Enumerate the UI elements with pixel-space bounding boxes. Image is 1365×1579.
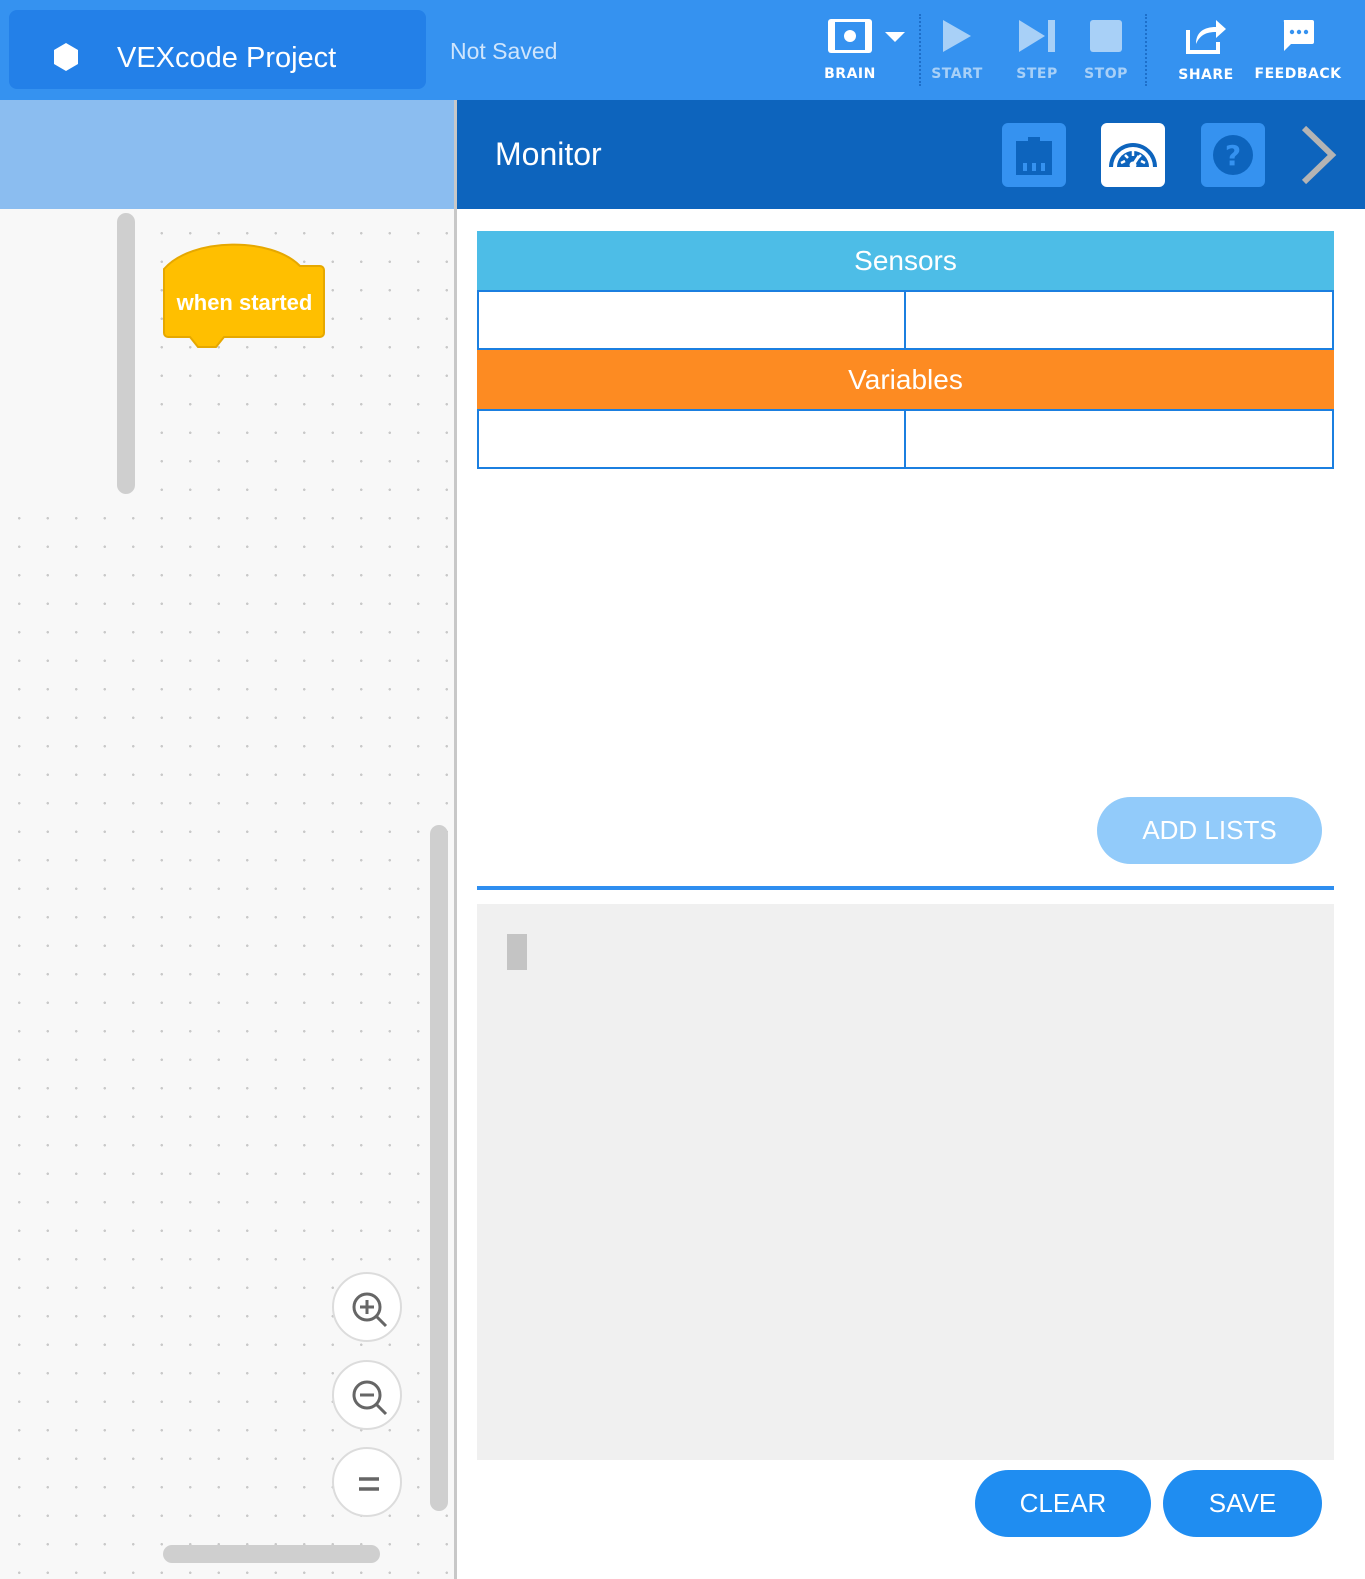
- zoom-out-icon: [352, 1380, 388, 1416]
- reset-zoom-icon: [359, 1477, 379, 1491]
- monitor-title: Monitor: [495, 136, 602, 172]
- console-cursor: [507, 934, 527, 970]
- chevron-right-icon[interactable]: [1296, 120, 1340, 190]
- start-button[interactable]: START: [922, 0, 992, 100]
- save-button[interactable]: SAVE: [1163, 1470, 1322, 1537]
- sensors-header: Sensors: [477, 231, 1334, 291]
- add-lists-button[interactable]: ADD LISTS: [1097, 797, 1322, 864]
- toolbar-separator: [1145, 14, 1147, 86]
- clear-button[interactable]: CLEAR: [975, 1470, 1151, 1537]
- share-button[interactable]: SHARE: [1168, 0, 1244, 100]
- start-label: START: [931, 66, 983, 82]
- workspace-vertical-scrollbar[interactable]: [430, 825, 448, 1511]
- play-icon: [943, 20, 971, 52]
- help-icon: ?: [1213, 135, 1253, 175]
- zoom-in-button[interactable]: [332, 1272, 402, 1342]
- share-icon: [1186, 20, 1226, 54]
- step-button[interactable]: STEP: [1002, 0, 1072, 100]
- feedback-label: FEEDBACK: [1254, 66, 1342, 82]
- brain-icon: [828, 19, 872, 53]
- brain-label: BRAIN: [824, 66, 876, 82]
- variables-cell-right: [904, 409, 1334, 469]
- sensors-cell-left: [477, 290, 906, 350]
- workspace-header: [0, 100, 456, 209]
- dashboard-gauge-icon: [1109, 143, 1157, 169]
- console-divider: [477, 886, 1334, 890]
- chevron-down-icon[interactable]: [884, 31, 906, 43]
- print-console[interactable]: [477, 904, 1334, 1460]
- svg-text:?: ?: [1225, 139, 1241, 172]
- reset-zoom-button[interactable]: [332, 1447, 402, 1517]
- step-icon: [1019, 20, 1055, 52]
- stop-label: STOP: [1084, 66, 1128, 82]
- project-name-box[interactable]: VEXcode Project: [9, 10, 426, 89]
- zoom-in-icon: [352, 1292, 388, 1328]
- project-title[interactable]: VEXcode Project: [117, 42, 336, 75]
- feedback-button[interactable]: FEEDBACK: [1252, 0, 1344, 100]
- toolbox-scrollbar[interactable]: [117, 213, 135, 494]
- share-label: SHARE: [1178, 67, 1234, 83]
- hexagon-logo-icon: [54, 43, 78, 71]
- help-button[interactable]: ?: [1201, 123, 1265, 187]
- block-label: when started: [176, 290, 313, 315]
- save-status: Not Saved: [450, 38, 558, 64]
- devices-icon: [1016, 137, 1052, 175]
- stop-icon: [1090, 20, 1122, 52]
- dashboard-button[interactable]: [1101, 123, 1165, 187]
- step-label: STEP: [1016, 66, 1058, 82]
- top-toolbar: VEXcode Project Not Saved BRAIN START ST…: [0, 0, 1365, 100]
- devices-button[interactable]: [1002, 123, 1066, 187]
- sensors-cell-right: [904, 290, 1334, 350]
- workspace-horizontal-scrollbar[interactable]: [163, 1545, 380, 1563]
- zoom-out-button[interactable]: [332, 1360, 402, 1430]
- brain-button[interactable]: BRAIN: [810, 0, 890, 100]
- chat-icon: [1283, 20, 1314, 51]
- panel-divider[interactable]: [454, 100, 457, 1579]
- variables-header: Variables: [477, 350, 1334, 410]
- toolbar-separator: [919, 14, 921, 86]
- variables-cell-left: [477, 409, 906, 469]
- stop-button[interactable]: STOP: [1072, 0, 1140, 100]
